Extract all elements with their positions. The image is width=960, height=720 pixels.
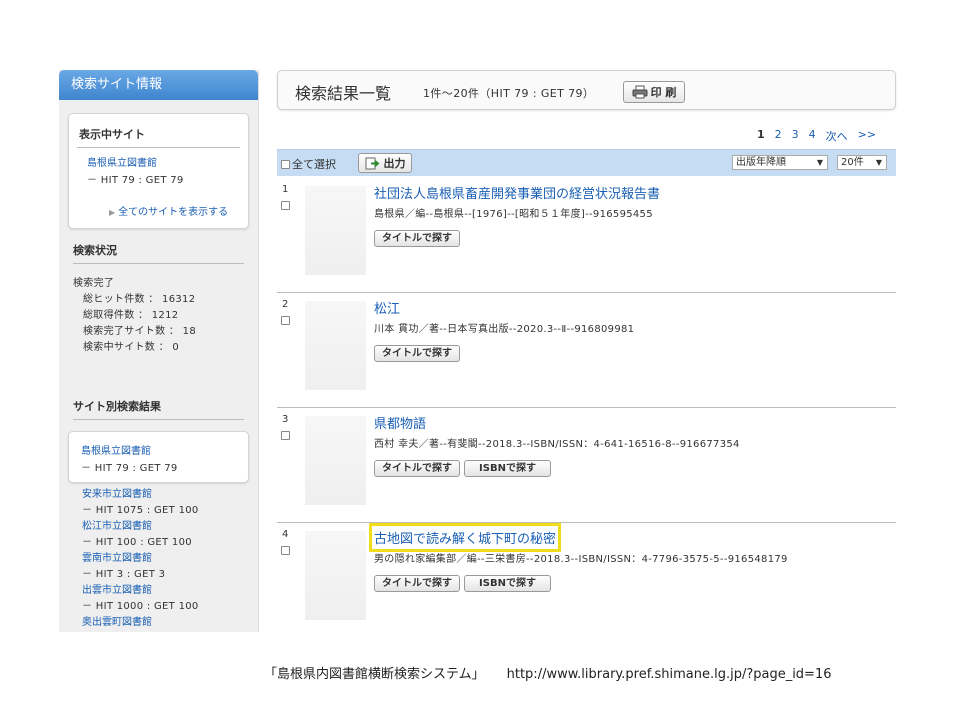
selected-site-link[interactable]: 島根県立図書館 bbox=[81, 442, 248, 457]
result-title-link[interactable]: 古地図で読み解く城下町の秘密 bbox=[368, 523, 562, 552]
result-item: 3 県都物語 西村 幸夫／著--有斐閣--2018.3--ISBN/ISSN：4… bbox=[277, 408, 896, 523]
print-button[interactable]: 印 刷 bbox=[623, 81, 685, 103]
search-status: 検索完了 総ヒット件数 ： 16312 総取得件数 ： 1212 検索完了サイト… bbox=[59, 276, 258, 356]
search-by-title-button[interactable]: タイトルで探す bbox=[374, 575, 460, 592]
page-last-link[interactable]: >> bbox=[858, 128, 876, 144]
search-by-title-button[interactable]: タイトルで探す bbox=[374, 460, 460, 477]
results-toolbar: 全て選択 出力 出版年降順 ▼ 20件 ▼ bbox=[277, 149, 896, 176]
site-link[interactable]: 出雲市立図書館 bbox=[82, 583, 258, 599]
result-item: 2 松江 川本 貫功／著--日本写真出版--2020.3--Ⅱ--9168099… bbox=[277, 293, 896, 408]
show-all-sites-link[interactable]: ▶ 全てのサイトを表示する bbox=[77, 203, 240, 218]
result-number: 2 bbox=[282, 299, 289, 310]
export-button[interactable]: 出力 bbox=[358, 153, 412, 173]
site-link[interactable]: 安来市立図書館 bbox=[82, 487, 258, 503]
result-meta: 川本 貫功／著--日本写真出版--2020.3--Ⅱ--916809981 bbox=[374, 324, 635, 335]
site-link[interactable]: 松江市立図書館 bbox=[82, 519, 258, 535]
sort-value: 出版年降順 bbox=[736, 157, 786, 168]
result-meta: 西村 幸夫／著--有斐閣--2018.3--ISBN/ISSN：4-641-16… bbox=[374, 439, 740, 450]
result-number: 4 bbox=[282, 529, 289, 540]
book-thumbnail bbox=[305, 301, 366, 390]
search-by-isbn-button[interactable]: ISBNで探す bbox=[464, 575, 551, 592]
result-number: 3 bbox=[282, 414, 289, 425]
show-all-label: 全てのサイトを表示する bbox=[118, 207, 229, 218]
search-status-title: 検索状況 bbox=[73, 242, 244, 264]
site-list: 安来市立図書館 － HIT 1075 : GET 100 松江市立図書館 － H… bbox=[59, 487, 258, 631]
status-done: 検索完了 bbox=[73, 278, 115, 289]
status-completed-sites: 検索完了サイト数 ： 18 bbox=[83, 326, 196, 337]
book-thumbnail bbox=[305, 186, 366, 275]
current-site-title: 表示中サイト bbox=[77, 126, 240, 148]
result-checkbox[interactable] bbox=[281, 201, 290, 210]
page-link[interactable]: 4 bbox=[809, 128, 816, 144]
page-size-select[interactable]: 20件 ▼ bbox=[837, 155, 887, 170]
system-name: 「島根県内図書館横断検索システム」 bbox=[264, 667, 485, 682]
site-link[interactable]: 奥出雲町図書館 bbox=[82, 615, 258, 631]
status-total-gets: 総取得件数 ： 1212 bbox=[83, 310, 179, 321]
page-title: 検索結果一覧 bbox=[295, 84, 392, 103]
page-next-link[interactable]: 次へ bbox=[826, 128, 848, 144]
source-url: http://www.library.pref.shimane.lg.jp/?p… bbox=[506, 667, 832, 682]
by-site-title: サイト別検索結果 bbox=[73, 398, 244, 420]
select-all[interactable]: 全て選択 bbox=[281, 156, 336, 172]
book-thumbnail bbox=[305, 531, 366, 620]
result-item: 4 古地図で読み解く城下町の秘密 男の隠れ家編集部／編--三栄書房--2018.… bbox=[277, 523, 896, 638]
result-title-link[interactable]: 県都物語 bbox=[374, 413, 426, 432]
selected-site-box: 島根県立図書館 － HIT 79 : GET 79 bbox=[68, 431, 249, 483]
status-searching-sites: 検索中サイト数 ： 0 bbox=[83, 342, 180, 353]
select-all-label: 全て選択 bbox=[292, 158, 336, 171]
search-by-isbn-button[interactable]: ISBNで探す bbox=[464, 460, 551, 477]
sort-select[interactable]: 出版年降順 ▼ bbox=[732, 155, 828, 170]
printer-icon bbox=[632, 85, 648, 99]
caption: 「島根県内図書館横断検索システム」 http://www.library.pref… bbox=[264, 663, 832, 682]
result-meta: 島根県／編--島根県--[1976]--[昭和５１年度]--916595455 bbox=[374, 209, 653, 220]
result-checkbox[interactable] bbox=[281, 316, 290, 325]
result-number: 1 bbox=[282, 184, 289, 195]
pagination: 1 2 3 4 次へ >> bbox=[757, 128, 876, 144]
book-thumbnail bbox=[305, 416, 366, 505]
results-header: 検索結果一覧 1件～20件（HIT 79 : GET 79） 印 刷 bbox=[277, 70, 896, 110]
select-all-checkbox[interactable] bbox=[281, 159, 290, 169]
current-site-box: 表示中サイト 島根県立図書館 － HIT 79 : GET 79 ▶ 全てのサイト… bbox=[68, 113, 249, 229]
result-checkbox[interactable] bbox=[281, 431, 290, 440]
results-range: 1件～20件（HIT 79 : GET 79） bbox=[423, 87, 595, 100]
dropdown-arrow-icon: ▼ bbox=[875, 158, 882, 167]
page-current: 1 bbox=[757, 128, 765, 141]
export-icon bbox=[365, 157, 380, 169]
export-label: 出力 bbox=[383, 157, 406, 170]
search-by-title-button[interactable]: タイトルで探す bbox=[374, 230, 460, 247]
site-hit: － HIT 100 : GET 100 bbox=[82, 537, 192, 548]
site-hit: － HIT 3 : GET 3 bbox=[82, 569, 166, 580]
page-link[interactable]: 3 bbox=[792, 128, 799, 144]
current-site-link[interactable]: 島根県立図書館 bbox=[77, 154, 240, 169]
page-link[interactable]: 2 bbox=[775, 128, 782, 144]
triangle-right-icon: ▶ bbox=[109, 208, 116, 217]
result-item: 1 社団法人島根県畜産開発事業団の経営状況報告書 島根県／編--島根県--[19… bbox=[277, 178, 896, 293]
status-total-hits: 総ヒット件数 ： 16312 bbox=[83, 294, 196, 305]
result-title-link[interactable]: 松江 bbox=[374, 298, 400, 317]
result-meta: 男の隠れ家編集部／編--三栄書房--2018.3--ISBN/ISSN：4-77… bbox=[374, 554, 788, 565]
sidebar: 検索サイト情報 表示中サイト 島根県立図書館 － HIT 79 : GET 79… bbox=[59, 70, 259, 632]
page-size-value: 20件 bbox=[841, 157, 864, 168]
print-label: 印 刷 bbox=[650, 86, 677, 99]
search-by-title-button[interactable]: タイトルで探す bbox=[374, 345, 460, 362]
result-checkbox[interactable] bbox=[281, 546, 290, 555]
result-title-link[interactable]: 社団法人島根県畜産開発事業団の経営状況報告書 bbox=[374, 183, 660, 202]
selected-site-hit: － HIT 79 : GET 79 bbox=[81, 463, 178, 474]
dropdown-arrow-icon: ▼ bbox=[816, 158, 823, 167]
sidebar-header: 検索サイト情報 bbox=[59, 70, 258, 100]
current-site-hit: － HIT 79 : GET 79 bbox=[87, 175, 184, 186]
site-hit: － HIT 1075 : GET 100 bbox=[82, 505, 199, 516]
site-hit: － HIT 1000 : GET 100 bbox=[82, 601, 199, 612]
site-link[interactable]: 雲南市立図書館 bbox=[82, 551, 258, 567]
